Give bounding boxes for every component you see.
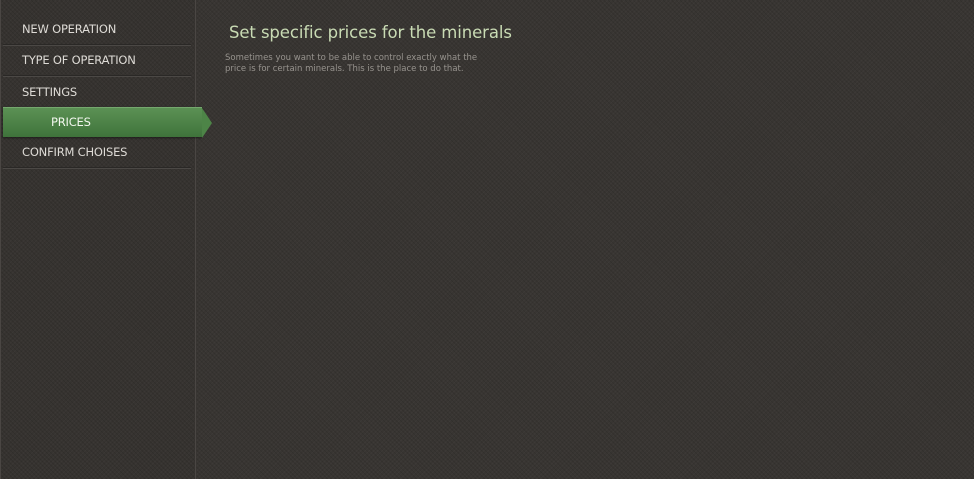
sidebar-nav: NEW OPERATION TYPE OF OPERATION SETTINGS… [0, 0, 212, 479]
sidebar-item-label: SETTINGS [22, 85, 78, 99]
sidebar-item-type-of-operation[interactable]: TYPE OF OPERATION [3, 45, 191, 76]
sidebar-item-label: PRICES [51, 115, 91, 129]
sidebar-item-prices[interactable]: PRICES [3, 107, 212, 138]
sidebar-item-new-operation[interactable]: NEW OPERATION [3, 14, 191, 45]
sidebar-item-settings[interactable]: SETTINGS [3, 77, 191, 108]
page-description: Sometimes you want to be able to control… [225, 53, 478, 74]
sidebar-item-confirm-choises[interactable]: CONFIRM CHOISES [3, 137, 191, 168]
sidebar-item-label: TYPE OF OPERATION [22, 53, 136, 67]
main-content: Set specific prices for the minerals Som… [198, 0, 974, 479]
sidebar-item-label: CONFIRM CHOISES [22, 145, 128, 159]
page-title: Set specific prices for the minerals [229, 23, 512, 42]
sidebar-item-label: NEW OPERATION [22, 22, 117, 36]
